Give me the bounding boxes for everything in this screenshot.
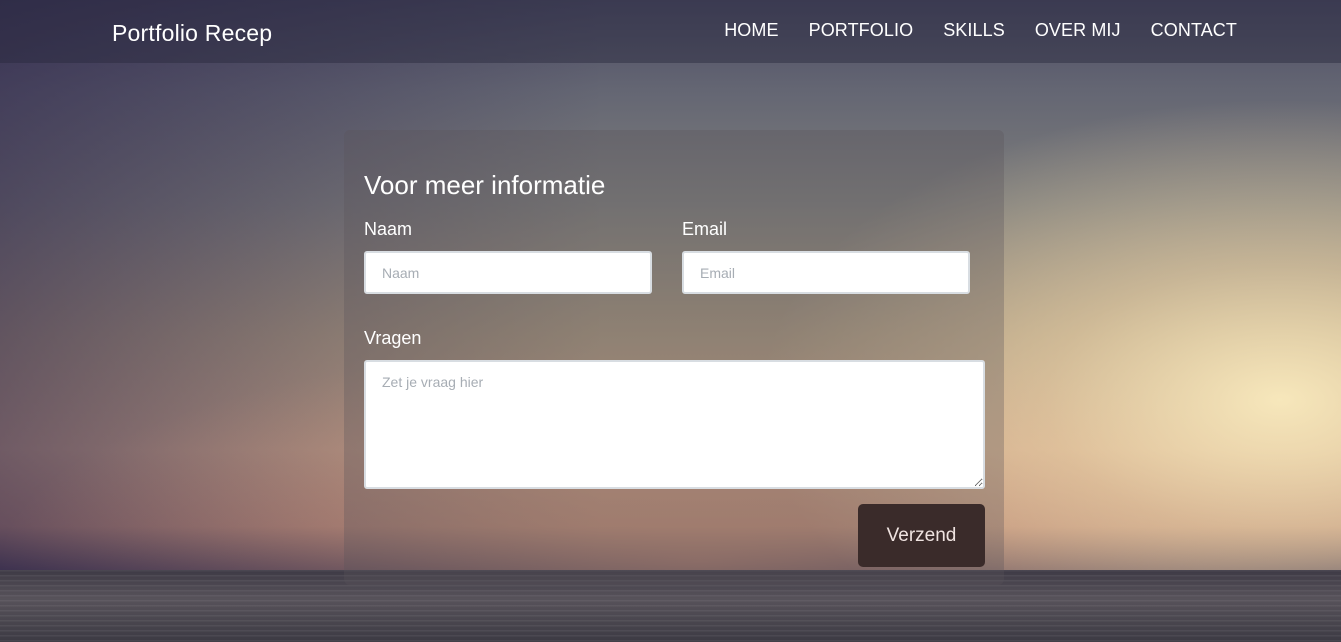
navbar: Portfolio Recep HOME PORTFOLIO SKILLS OV… — [0, 0, 1341, 63]
nav-link-home[interactable]: HOME — [724, 20, 778, 41]
name-label: Naam — [364, 219, 413, 239]
form-title: Voor meer informatie — [364, 170, 606, 200]
nav-link-skills[interactable]: SKILLS — [943, 20, 1005, 41]
name-input[interactable] — [364, 251, 652, 294]
nav-link-portfolio[interactable]: PORTFOLIO — [809, 20, 914, 41]
email-label: Email — [682, 219, 728, 239]
nav-link-contact[interactable]: CONTACT — [1151, 20, 1237, 41]
submit-button[interactable]: Verzend — [858, 504, 985, 567]
nav-link-over-mij[interactable]: OVER MIJ — [1035, 20, 1121, 41]
contact-form-panel: Voor meer informatie Naam Email Vragen V… — [344, 130, 1004, 585]
questions-textarea[interactable] — [364, 360, 985, 489]
page-background: Portfolio Recep HOME PORTFOLIO SKILLS OV… — [0, 0, 1341, 642]
email-input[interactable] — [682, 251, 970, 294]
main-nav: HOME PORTFOLIO SKILLS OVER MIJ CONTACT — [694, 20, 1237, 41]
brand-link[interactable]: Portfolio Recep — [112, 20, 272, 47]
questions-label: Vragen — [364, 328, 422, 348]
